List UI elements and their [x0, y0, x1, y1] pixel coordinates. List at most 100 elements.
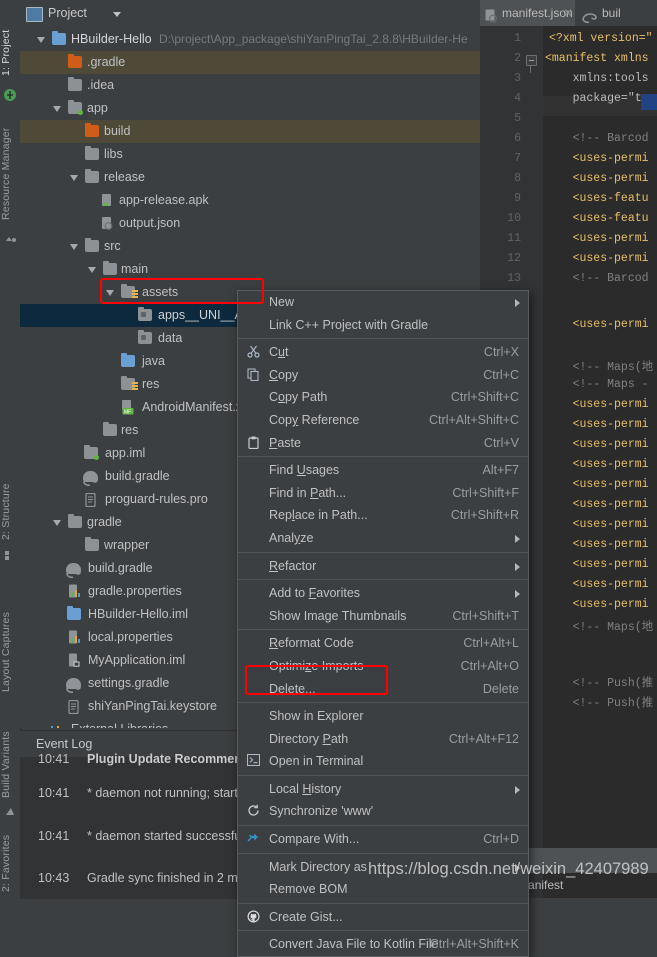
- menu-label: Cut: [269, 345, 289, 360]
- menu-item-replace-in-path[interactable]: Replace in Path... Ctrl+Shift+R: [238, 504, 528, 527]
- tree-row-build[interactable]: build: [20, 120, 480, 143]
- tree-row-app-release-apk[interactable]: app-release.apk: [20, 189, 480, 212]
- folder-source-icon: [121, 352, 135, 367]
- event-message: Gradle sync finished in 2 m 3: [87, 871, 249, 885]
- tree-row-hbuilder-hello[interactable]: HBuilder-Hello D:\project\App_package\sh…: [20, 28, 480, 51]
- code-line: <uses-permi: [545, 518, 649, 531]
- chevron-open-icon[interactable]: [70, 175, 78, 181]
- tab-manifest-json[interactable]: manifest.json ✕: [480, 0, 575, 26]
- event-time: 10:43: [38, 871, 70, 885]
- code-fold-icon[interactable]: [526, 55, 537, 66]
- chevron-open-icon[interactable]: [88, 267, 96, 273]
- menu-item-analyze[interactable]: Analyze: [238, 527, 528, 550]
- tree-row-idea[interactable]: .idea: [20, 74, 480, 97]
- chevron-open-icon[interactable]: [106, 290, 114, 296]
- tree-row-app[interactable]: app: [20, 97, 480, 120]
- menu-item-reformat-code[interactable]: Reformat Code Ctrl+Alt+L: [238, 632, 528, 655]
- menu-item-show-in-explorer[interactable]: Show in Explorer: [238, 705, 528, 728]
- tree-row-release[interactable]: release: [20, 166, 480, 189]
- menu-item-new[interactable]: New: [238, 291, 528, 314]
- tree-label: libs: [104, 147, 123, 161]
- line-number: 7: [514, 152, 521, 165]
- menu-shortcut: Ctrl+D: [483, 832, 519, 847]
- menu-label: New: [269, 295, 295, 309]
- menu-label: Paste: [269, 435, 301, 450]
- line-number: 4: [514, 92, 521, 105]
- rail-item-layout-captures[interactable]: Layout Captures: [0, 572, 20, 692]
- menu-item-open-in-terminal[interactable]: Open in Terminal: [238, 750, 528, 773]
- menu-item-copy-reference[interactable]: Copy Reference Ctrl+Alt+Shift+C: [238, 409, 528, 432]
- menu-item-synchronize[interactable]: Synchronize 'www': [238, 800, 528, 823]
- resource-manager-icon[interactable]: [3, 88, 17, 102]
- menu-separator: [238, 825, 528, 827]
- menu-item-compare-with[interactable]: Compare With... Ctrl+D: [238, 828, 528, 851]
- chevron-right-icon: [515, 785, 520, 794]
- menu-item-delete[interactable]: Delete... Delete: [238, 678, 528, 701]
- structure-icon: [3, 548, 17, 562]
- menu-item-local-history[interactable]: Local History: [238, 778, 528, 801]
- tree-label: shiYanPingTai.keystore: [88, 699, 218, 713]
- menu-item-remove-bom[interactable]: Remove BOM: [238, 878, 528, 901]
- chevron-open-icon[interactable]: [53, 520, 61, 526]
- menu-item-refactor[interactable]: Refactor: [238, 555, 528, 578]
- menu-item-copy[interactable]: Copy Ctrl+C: [238, 364, 528, 387]
- chevron-open-icon[interactable]: [70, 244, 78, 250]
- menu-item-add-to-favorites[interactable]: Add to Favorites: [238, 582, 528, 605]
- sync-icon: [246, 804, 260, 818]
- line-number: 1: [514, 32, 521, 45]
- chevron-open-icon[interactable]: [37, 37, 45, 43]
- rail-item-resource-manager[interactable]: Resource Manager: [0, 108, 20, 221]
- code-line: <!-- Maps -: [545, 378, 649, 391]
- menu-label: Synchronize 'www': [269, 804, 374, 819]
- menu-item-convert-java-to-kotlin[interactable]: Convert Java File to Kotlin File Ctrl+Al…: [238, 933, 528, 956]
- rail-item-favorites[interactable]: 2: Favorites: [0, 822, 20, 892]
- menu-item-paste[interactable]: Paste Ctrl+V: [238, 432, 528, 455]
- context-menu[interactable]: New Link C++ Project with Gradle Cut Ctr…: [237, 290, 529, 957]
- tree-row-output-json[interactable]: output.json: [20, 212, 480, 235]
- menu-item-create-gist[interactable]: Create Gist...: [238, 906, 528, 929]
- copy-icon: [246, 368, 260, 382]
- menu-item-copy-path[interactable]: Copy Path Ctrl+Shift+C: [238, 386, 528, 409]
- menu-label: Local History: [269, 781, 342, 796]
- menu-item-cut[interactable]: Cut Ctrl+X: [238, 341, 528, 364]
- menu-label: Add to Favorites: [269, 586, 361, 601]
- tree-row-gradle-dir[interactable]: .gradle: [20, 51, 480, 74]
- menu-label: Optimize Imports: [269, 658, 364, 673]
- rail-item-structure[interactable]: 2: Structure: [0, 450, 20, 540]
- menu-label: Reformat Code: [269, 636, 354, 651]
- code-line: <!-- Push(推: [545, 677, 654, 690]
- menu-shortcut: Ctrl+C: [483, 367, 519, 382]
- editor-code-area[interactable]: <?xml version=" <manifest xmlns xmlns:to…: [543, 26, 657, 898]
- tree-row-src[interactable]: src: [20, 235, 480, 258]
- tab-build-gradle[interactable]: buil: [578, 0, 657, 26]
- rail-item-build-variants[interactable]: Build Variants: [0, 700, 20, 798]
- menu-shortcut: Ctrl+Alt+L: [463, 636, 519, 651]
- rail-item-structure-label: 2: Structure: [0, 483, 12, 540]
- menu-item-directory-path[interactable]: Directory Path Ctrl+Alt+F12: [238, 728, 528, 751]
- code-line: <uses-permi: [545, 398, 649, 411]
- rail-item-project[interactable]: 1: Project: [0, 6, 20, 76]
- selection-highlight: [641, 94, 657, 110]
- menu-item-optimize-imports[interactable]: Optimize Imports Ctrl+Alt+O: [238, 655, 528, 678]
- code-line: xmlns:tools: [545, 72, 649, 85]
- tree-label: gradle: [87, 515, 122, 529]
- close-icon[interactable]: ✕: [563, 6, 573, 20]
- menu-shortcut: Ctrl+Shift+F: [452, 485, 519, 500]
- menu-separator: [238, 902, 528, 904]
- tree-row-libs[interactable]: libs: [20, 143, 480, 166]
- menu-item-show-image-thumbnails[interactable]: Show Image Thumbnails Ctrl+Shift+T: [238, 605, 528, 628]
- code-line: <uses-featu: [545, 192, 649, 205]
- code-line: <?xml version=": [549, 32, 653, 45]
- menu-shortcut: Delete: [482, 681, 519, 696]
- menu-item-find-in-path[interactable]: Find in Path... Ctrl+Shift+F: [238, 482, 528, 505]
- chevron-down-icon[interactable]: [113, 12, 121, 17]
- menu-label: Refactor: [269, 558, 317, 573]
- chevron-open-icon[interactable]: [53, 106, 61, 112]
- menu-item-find-usages[interactable]: Find Usages Alt+F7: [238, 459, 528, 482]
- event-time: 10:41: [38, 752, 70, 766]
- menu-item-link-cpp[interactable]: Link C++ Project with Gradle: [238, 314, 528, 337]
- folder-icon: [68, 76, 82, 91]
- tree-row-main[interactable]: main: [20, 258, 480, 281]
- tree-label: AndroidManifest.x: [142, 400, 243, 414]
- tree-label: gradle.properties: [88, 584, 182, 598]
